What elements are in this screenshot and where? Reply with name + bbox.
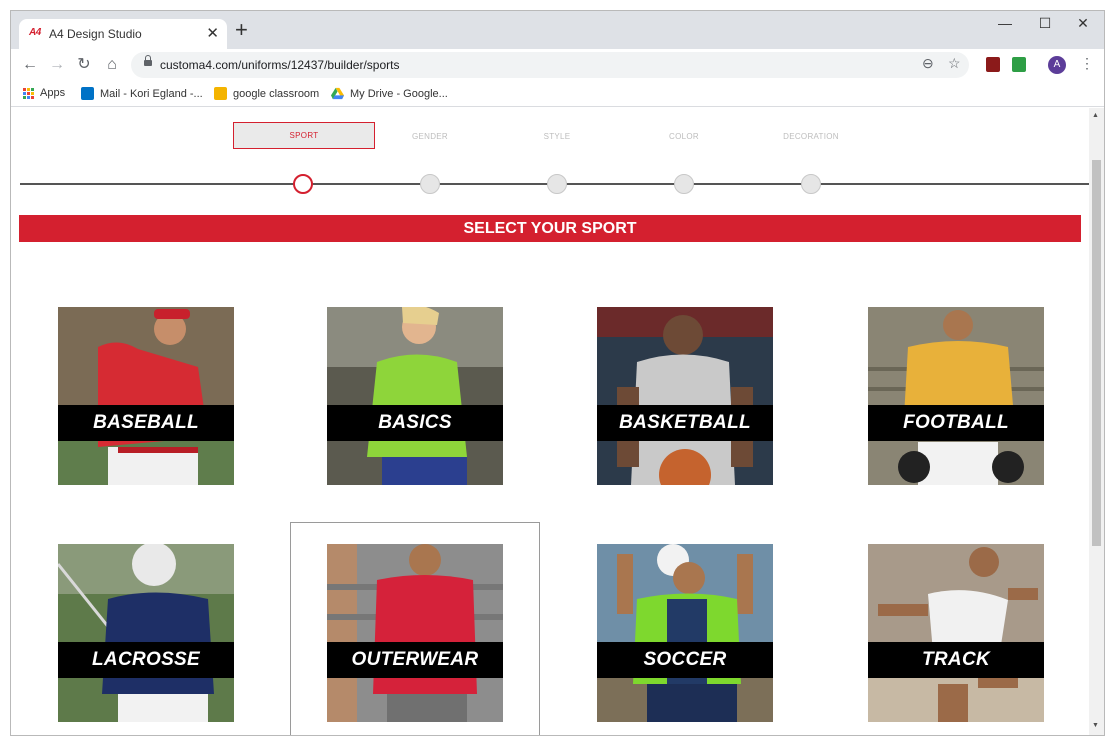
soccer-photo	[597, 544, 773, 722]
sport-card-track[interactable]: TRACK	[868, 544, 1044, 722]
new-tab-button[interactable]: +	[235, 19, 248, 41]
baseball-photo	[58, 307, 234, 485]
sport-label: BASICS	[327, 405, 503, 441]
a4-favicon-icon: A4	[29, 27, 41, 38]
step-color[interactable]: COLOR	[634, 132, 734, 141]
section-banner: SELECT YOUR SPORT	[19, 215, 1081, 242]
zoom-icon[interactable]: ⊖	[922, 55, 934, 72]
extension-bag-icon[interactable]	[1012, 57, 1026, 72]
minimize-button[interactable]: —	[987, 15, 1023, 31]
step-dot-gender[interactable]	[420, 174, 440, 194]
menu-dots-icon[interactable]: ⋮	[1080, 55, 1094, 72]
step-dot-decoration[interactable]	[801, 174, 821, 194]
extension-shield-icon[interactable]	[986, 57, 1000, 72]
active-tab[interactable]: A4 A4 Design Studio ✕	[19, 19, 227, 49]
step-dot-sport[interactable]	[293, 174, 313, 194]
builder-page: SPORT GENDER STYLE COLOR DECORATION SELE…	[11, 108, 1089, 735]
page-scrollbar[interactable]: ▲ ▼	[1089, 108, 1104, 735]
scroll-thumb[interactable]	[1092, 160, 1101, 546]
outerwear-photo	[327, 544, 503, 722]
track-photo	[868, 544, 1044, 722]
bookmark-label: Mail - Kori Egland -...	[100, 87, 203, 100]
step-decoration[interactable]: DECORATION	[761, 132, 861, 141]
step-style[interactable]: STYLE	[507, 132, 607, 141]
sport-label: TRACK	[868, 642, 1044, 678]
browser-window: A4 A4 Design Studio ✕ + — ☐ ✕ ← → ↻ ⌂ cu…	[10, 10, 1105, 736]
sport-card-football[interactable]: FOOTBALL	[868, 307, 1044, 485]
sport-card-basics[interactable]: BASICS	[327, 307, 503, 485]
step-dot-color[interactable]	[674, 174, 694, 194]
drive-icon	[331, 87, 344, 100]
football-photo	[868, 307, 1044, 485]
sport-label: OUTERWEAR	[327, 642, 503, 678]
back-arrow-icon[interactable]: ←	[20, 55, 40, 75]
sport-card-baseball[interactable]: BASEBALL	[58, 307, 234, 485]
outlook-icon	[81, 87, 94, 100]
bookmark-classroom[interactable]: google classroom	[214, 87, 319, 100]
bookmark-label: Apps	[40, 87, 66, 99]
bookmark-apps[interactable]: Apps	[23, 87, 65, 99]
classroom-icon	[214, 87, 227, 100]
browser-toolbar: ← → ↻ ⌂ customa4.com/uniforms/12437/buil…	[11, 49, 1104, 81]
bookmark-mail[interactable]: Mail - Kori Egland -...	[81, 87, 203, 100]
sport-label: BASKETBALL	[597, 405, 773, 441]
sport-card-basketball[interactable]: BASKETBALL	[597, 307, 773, 485]
basics-photo	[327, 307, 503, 485]
lock-icon	[144, 55, 152, 69]
step-sport[interactable]: SPORT	[233, 122, 375, 149]
sport-label: LACROSSE	[58, 642, 234, 678]
bookmark-label: My Drive - Google...	[350, 87, 448, 100]
profile-avatar[interactable]: A	[1048, 56, 1066, 74]
sport-card-outerwear[interactable]: OUTERWEAR	[327, 544, 503, 722]
step-gender[interactable]: GENDER	[380, 132, 480, 141]
scroll-down-arrow-icon[interactable]: ▼	[1092, 722, 1099, 729]
address-bar[interactable]: customa4.com/uniforms/12437/builder/spor…	[131, 52, 969, 78]
lacrosse-photo	[58, 544, 234, 722]
tab-close-icon[interactable]: ✕	[206, 24, 219, 42]
bookmark-star-icon[interactable]: ☆	[948, 55, 961, 72]
tab-title: A4 Design Studio	[49, 27, 142, 41]
apps-grid-icon	[23, 87, 34, 99]
step-dot-style[interactable]	[547, 174, 567, 194]
maximize-button[interactable]: ☐	[1027, 15, 1063, 32]
basketball-photo	[597, 307, 773, 485]
sport-card-lacrosse[interactable]: LACROSSE	[58, 544, 234, 722]
forward-arrow-icon[interactable]: →	[47, 55, 67, 75]
bookmark-label: google classroom	[233, 87, 320, 100]
sport-label: BASEBALL	[58, 405, 234, 441]
tab-strip: A4 A4 Design Studio ✕ + — ☐ ✕	[11, 11, 1104, 49]
close-window-button[interactable]: ✕	[1065, 15, 1101, 32]
bookmarks-bar: Apps Mail - Kori Egland -... google clas…	[11, 81, 1104, 107]
reload-icon[interactable]: ↻	[74, 55, 94, 75]
scroll-up-arrow-icon[interactable]: ▲	[1092, 112, 1099, 119]
sport-label: SOCCER	[597, 642, 773, 678]
url-text[interactable]: customa4.com/uniforms/12437/builder/spor…	[160, 58, 399, 72]
sport-label: FOOTBALL	[868, 405, 1044, 441]
sport-card-soccer[interactable]: SOCCER	[597, 544, 773, 722]
home-icon[interactable]: ⌂	[102, 55, 122, 75]
bookmark-drive[interactable]: My Drive - Google...	[331, 87, 448, 100]
